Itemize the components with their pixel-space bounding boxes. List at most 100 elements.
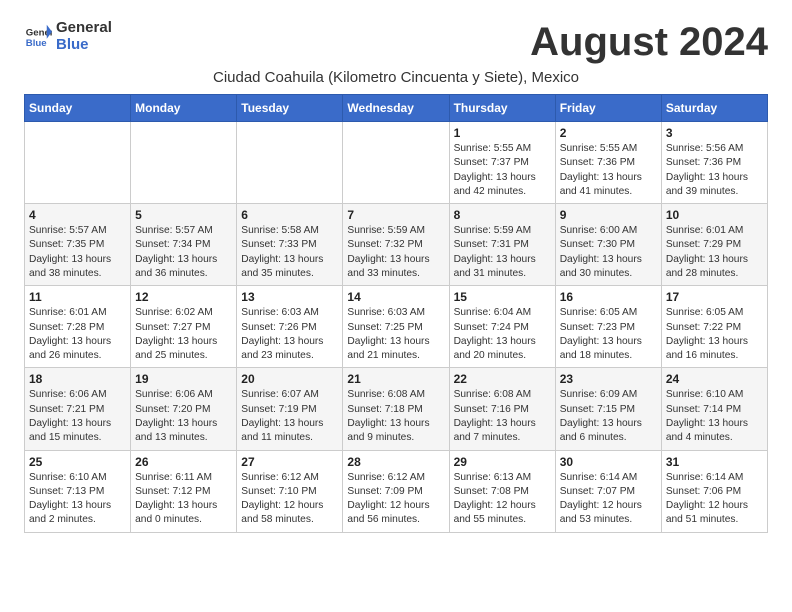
- logo: General Blue General Blue: [24, 20, 112, 53]
- day-info: Sunrise: 6:12 AM Sunset: 7:09 PM Dayligh…: [347, 471, 444, 528]
- day-info: Sunrise: 6:04 AM Sunset: 7:24 PM Dayligh…: [454, 306, 551, 363]
- day-number: 13: [241, 290, 338, 304]
- header: General Blue General Blue August 2024: [24, 20, 768, 65]
- svg-text:Blue: Blue: [26, 37, 47, 48]
- day-info: Sunrise: 5:57 AM Sunset: 7:34 PM Dayligh…: [135, 224, 232, 281]
- location-title: Ciudad Coahuila (Kilometro Cincuenta y S…: [24, 69, 768, 86]
- calendar-cell: 31Sunrise: 6:14 AM Sunset: 7:06 PM Dayli…: [661, 450, 767, 532]
- day-info: Sunrise: 6:14 AM Sunset: 7:06 PM Dayligh…: [666, 471, 763, 528]
- calendar-week-2: 4Sunrise: 5:57 AM Sunset: 7:35 PM Daylig…: [25, 204, 768, 286]
- day-number: 6: [241, 208, 338, 222]
- day-number: 10: [666, 208, 763, 222]
- header-tuesday: Tuesday: [237, 95, 343, 122]
- calendar-cell: [131, 122, 237, 204]
- day-number: 19: [135, 372, 232, 386]
- calendar-cell: [25, 122, 131, 204]
- day-number: 20: [241, 372, 338, 386]
- calendar-cell: 20 Sunrise: 6:07 AM Sunset: 7:19 PM Dayli…: [237, 368, 343, 450]
- day-info: Sunrise: 6:10 AM Sunset: 7:14 PM Dayligh…: [666, 388, 763, 445]
- day-info: Sunrise: 6:03 AM Sunset: 7:26 PM Dayligh…: [241, 306, 338, 363]
- day-number: 9: [560, 208, 657, 222]
- day-number: 4: [29, 208, 126, 222]
- day-info: Sunrise: 6:07 AM Sunset: 7:19 PM Dayligh…: [241, 388, 338, 445]
- calendar-cell: 21Sunrise: 6:08 AM Sunset: 7:18 PM Dayli…: [343, 368, 449, 450]
- day-info: Sunrise: 6:06 AM Sunset: 7:21 PM Dayligh…: [29, 388, 126, 445]
- calendar-cell: 9 Sunrise: 6:00 AM Sunset: 7:30 PM Daylig…: [555, 204, 661, 286]
- calendar-header-row: SundayMondayTuesdayWednesdayThursdayFrid…: [25, 95, 768, 122]
- calendar-week-3: 11 Sunrise: 6:01 AM Sunset: 7:28 PM Dayli…: [25, 286, 768, 368]
- calendar-week-4: 18 Sunrise: 6:06 AM Sunset: 7:21 PM Dayli…: [25, 368, 768, 450]
- day-info: Sunrise: 5:59 AM Sunset: 7:32 PM Dayligh…: [347, 224, 444, 281]
- day-info: Sunrise: 6:08 AM Sunset: 7:16 PM Dayligh…: [454, 388, 551, 445]
- day-info: Sunrise: 6:05 AM Sunset: 7:22 PM Dayligh…: [666, 306, 763, 363]
- day-info: Sunrise: 6:13 AM Sunset: 7:08 PM Dayligh…: [454, 471, 551, 528]
- calendar-week-5: 25 Sunrise: 6:10 AM Sunset: 7:13 PM Dayli…: [25, 450, 768, 532]
- calendar-cell: [343, 122, 449, 204]
- day-info: Sunrise: 5:59 AM Sunset: 7:31 PM Dayligh…: [454, 224, 551, 281]
- day-number: 30: [560, 455, 657, 469]
- day-number: 14: [347, 290, 444, 304]
- header-friday: Friday: [555, 95, 661, 122]
- logo-icon: General Blue: [24, 23, 52, 51]
- day-info: Sunrise: 6:00 AM Sunset: 7:30 PM Dayligh…: [560, 224, 657, 281]
- day-number: 27: [241, 455, 338, 469]
- calendar-cell: 19Sunrise: 6:06 AM Sunset: 7:20 PM Dayli…: [131, 368, 237, 450]
- day-info: Sunrise: 6:01 AM Sunset: 7:29 PM Dayligh…: [666, 224, 763, 281]
- calendar-cell: 25 Sunrise: 6:10 AM Sunset: 7:13 PM Dayli…: [25, 450, 131, 532]
- calendar-cell: 1 Sunrise: 5:55 AM Sunset: 7:37 PM Daylig…: [449, 122, 555, 204]
- calendar-cell: 17 Sunrise: 6:05 AM Sunset: 7:22 PM Dayli…: [661, 286, 767, 368]
- calendar-cell: 12Sunrise: 6:02 AM Sunset: 7:27 PM Dayli…: [131, 286, 237, 368]
- calendar-cell: 2 Sunrise: 5:55 AM Sunset: 7:36 PM Daylig…: [555, 122, 661, 204]
- calendar-cell: 22 Sunrise: 6:08 AM Sunset: 7:16 PM Dayli…: [449, 368, 555, 450]
- day-info: Sunrise: 6:11 AM Sunset: 7:12 PM Dayligh…: [135, 471, 232, 528]
- day-number: 7: [347, 208, 444, 222]
- day-info: Sunrise: 5:55 AM Sunset: 7:37 PM Dayligh…: [454, 142, 551, 199]
- day-number: 26: [135, 455, 232, 469]
- day-info: Sunrise: 5:55 AM Sunset: 7:36 PM Dayligh…: [560, 142, 657, 199]
- day-number: 15: [454, 290, 551, 304]
- calendar-cell: 5 Sunrise: 5:57 AM Sunset: 7:34 PM Daylig…: [131, 204, 237, 286]
- calendar-cell: 7 Sunrise: 5:59 AM Sunset: 7:32 PM Daylig…: [343, 204, 449, 286]
- day-info: Sunrise: 6:02 AM Sunset: 7:27 PM Dayligh…: [135, 306, 232, 363]
- calendar-cell: 15 Sunrise: 6:04 AM Sunset: 7:24 PM Dayli…: [449, 286, 555, 368]
- day-number: 22: [454, 372, 551, 386]
- day-number: 11: [29, 290, 126, 304]
- day-number: 28: [347, 455, 444, 469]
- day-number: 8: [454, 208, 551, 222]
- header-saturday: Saturday: [661, 95, 767, 122]
- header-monday: Monday: [131, 95, 237, 122]
- day-number: 2: [560, 126, 657, 140]
- day-info: Sunrise: 6:01 AM Sunset: 7:28 PM Dayligh…: [29, 306, 126, 363]
- day-info: Sunrise: 6:10 AM Sunset: 7:13 PM Dayligh…: [29, 471, 126, 528]
- day-number: 5: [135, 208, 232, 222]
- calendar-cell: 23Sunrise: 6:09 AM Sunset: 7:15 PM Dayli…: [555, 368, 661, 450]
- day-number: 18: [29, 372, 126, 386]
- day-info: Sunrise: 6:05 AM Sunset: 7:23 PM Dayligh…: [560, 306, 657, 363]
- header-wednesday: Wednesday: [343, 95, 449, 122]
- calendar-cell: 13 Sunrise: 6:03 AM Sunset: 7:26 PM Dayli…: [237, 286, 343, 368]
- day-info: Sunrise: 6:03 AM Sunset: 7:25 PM Dayligh…: [347, 306, 444, 363]
- day-number: 16: [560, 290, 657, 304]
- day-info: Sunrise: 5:56 AM Sunset: 7:36 PM Dayligh…: [666, 142, 763, 199]
- logo-blue: Blue: [56, 37, 112, 54]
- calendar-table: SundayMondayTuesdayWednesdayThursdayFrid…: [24, 94, 768, 533]
- day-number: 24: [666, 372, 763, 386]
- calendar-cell: 6 Sunrise: 5:58 AM Sunset: 7:33 PM Daylig…: [237, 204, 343, 286]
- day-number: 29: [454, 455, 551, 469]
- month-title: August 2024: [530, 20, 768, 65]
- header-sunday: Sunday: [25, 95, 131, 122]
- day-info: Sunrise: 5:58 AM Sunset: 7:33 PM Dayligh…: [241, 224, 338, 281]
- day-info: Sunrise: 6:12 AM Sunset: 7:10 PM Dayligh…: [241, 471, 338, 528]
- calendar-cell: 18 Sunrise: 6:06 AM Sunset: 7:21 PM Dayli…: [25, 368, 131, 450]
- calendar-cell: 14 Sunrise: 6:03 AM Sunset: 7:25 PM Dayli…: [343, 286, 449, 368]
- calendar-cell: 26 Sunrise: 6:11 AM Sunset: 7:12 PM Dayli…: [131, 450, 237, 532]
- day-info: Sunrise: 6:09 AM Sunset: 7:15 PM Dayligh…: [560, 388, 657, 445]
- calendar-cell: 11 Sunrise: 6:01 AM Sunset: 7:28 PM Dayli…: [25, 286, 131, 368]
- day-number: 17: [666, 290, 763, 304]
- day-number: 25: [29, 455, 126, 469]
- calendar-cell: 30Sunrise: 6:14 AM Sunset: 7:07 PM Dayli…: [555, 450, 661, 532]
- calendar-cell: 10 Sunrise: 6:01 AM Sunset: 7:29 PM Dayli…: [661, 204, 767, 286]
- day-number: 1: [454, 126, 551, 140]
- calendar-cell: 29 Sunrise: 6:13 AM Sunset: 7:08 PM Dayli…: [449, 450, 555, 532]
- calendar-cell: 27 Sunrise: 6:12 AM Sunset: 7:10 PM Dayli…: [237, 450, 343, 532]
